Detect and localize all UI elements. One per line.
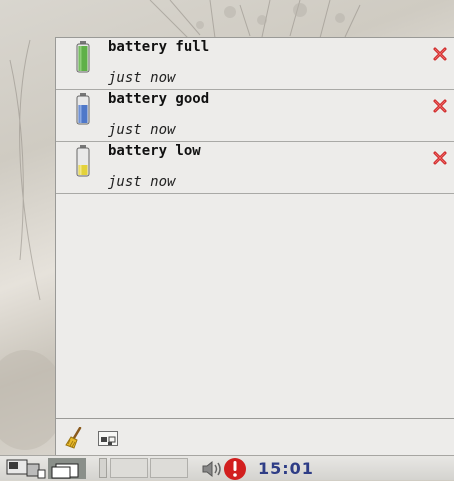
alert-icon[interactable] — [223, 457, 249, 481]
window-list-icon[interactable] — [48, 458, 86, 479]
battery-full-icon — [76, 41, 90, 73]
notification-title: battery full — [108, 39, 210, 55]
taskbar: 15:01 — [0, 455, 454, 480]
notification-item[interactable]: battery good just now — [56, 90, 454, 142]
battery-good-icon — [76, 93, 90, 125]
workspace-button[interactable] — [110, 458, 148, 478]
broom-icon[interactable] — [65, 427, 85, 449]
desktop-pager-icon[interactable] — [6, 458, 46, 479]
close-icon[interactable] — [432, 46, 448, 62]
workspace-button[interactable] — [150, 458, 188, 478]
notification-title: battery good — [108, 91, 210, 107]
notification-time: just now — [108, 122, 176, 138]
display-toggle-icon[interactable] — [98, 431, 118, 446]
volume-icon[interactable] — [201, 460, 223, 478]
notification-time: just now — [108, 174, 176, 190]
notification-item[interactable]: battery low just now — [56, 142, 454, 194]
close-icon[interactable] — [432, 150, 448, 166]
battery-low-icon — [76, 145, 90, 177]
notification-panel-footer — [55, 418, 454, 455]
display-toggle-glyph — [101, 436, 116, 445]
notification-item[interactable]: battery full just now — [56, 38, 454, 90]
taskbar-separator — [99, 458, 107, 478]
notification-title: battery low — [108, 143, 201, 159]
notification-panel: battery full just now battery good just … — [55, 37, 454, 455]
close-icon[interactable] — [432, 98, 448, 114]
notification-time: just now — [108, 70, 176, 86]
clock[interactable]: 15:01 — [258, 459, 314, 478]
